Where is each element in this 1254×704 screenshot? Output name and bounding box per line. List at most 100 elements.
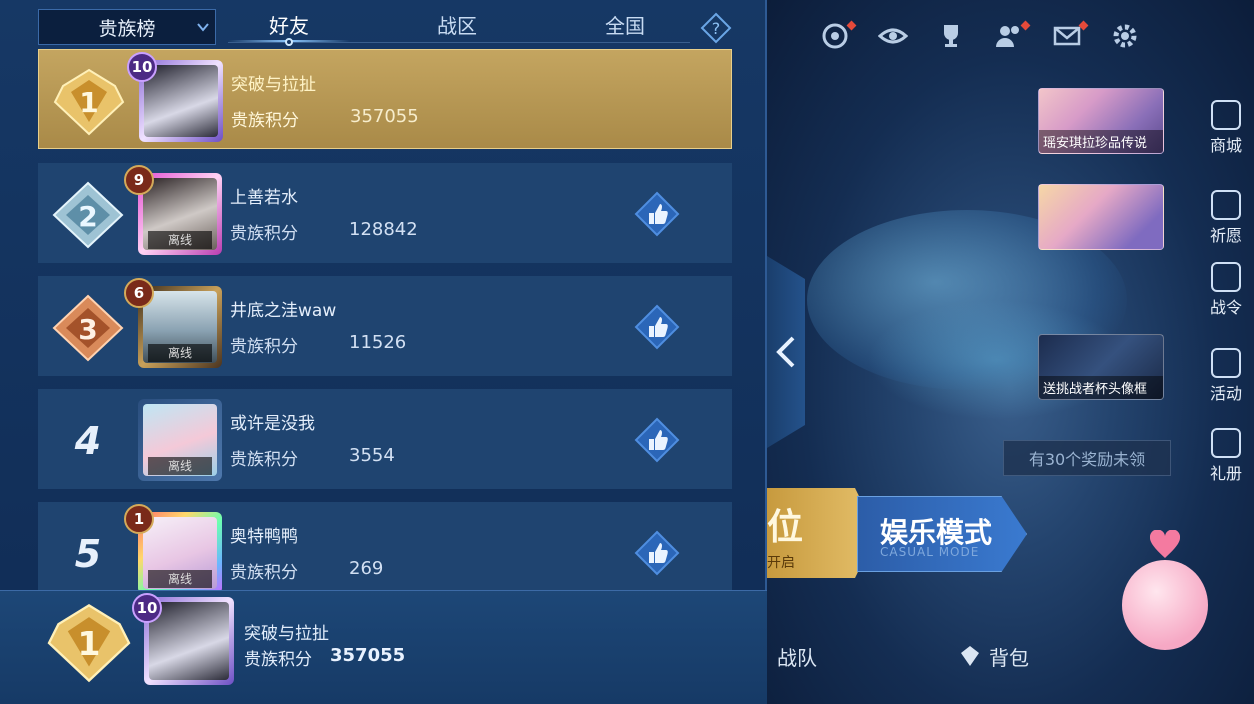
offline-tag: 离线 [148,457,212,475]
event-card-caption: 瑶安琪拉珍品传说 [1039,130,1163,153]
leaderboard-panel: 贵族榜 好友 战区 全国 ? 1 10 突破与拉扯 贵族积分 357055 2 … [0,0,767,704]
wish-icon [1211,190,1241,220]
casual-mode-sub: CASUAL MODE [880,545,980,559]
score-value: 357055 [350,106,419,127]
score-label: 贵族积分 [231,111,299,131]
level-badge: 9 [124,165,154,195]
bottom-nav: 战队 背包 [767,630,1127,682]
score-label: 贵族积分 [230,563,298,583]
shop-icon [1211,100,1241,130]
battle-pass-label: 战令 [1209,298,1242,317]
event-card-angela[interactable]: 瑶安琪拉珍品传说 [1038,88,1164,154]
battle-pass-button[interactable]: 战令 [1204,262,1248,318]
mail-icon[interactable] [1049,18,1089,54]
backpack-button[interactable]: 背包 [957,642,1029,671]
team-label: 战队 [777,645,817,670]
score-label: 贵族积分 [244,650,312,670]
heart-icon [1150,530,1180,560]
top-icon-bar [817,18,1143,54]
rank-number: 2 [78,200,97,233]
offline-tag: 离线 [148,570,212,588]
score-value: 128842 [349,219,418,240]
gold-rank-badge-icon: 1 [47,603,131,683]
leaderboard-row[interactable]: 4 离线 或许是没我 贵族积分 3554 [38,389,732,489]
rank-number: 4 [74,419,102,463]
team-button[interactable]: 战队 [777,642,817,671]
player-name: 或许是没我 [230,414,315,434]
event-card-challenger[interactable]: 送挑战者杯头像框 [1038,334,1164,400]
casual-mode-button[interactable]: 娱乐模式 CASUAL MODE [857,496,1027,572]
eye-icon[interactable] [875,18,911,54]
my-score: 357055 [330,645,406,666]
game-lobby: 瑶安琪拉珍品传说 送挑战者杯头像框 商城 祈愿 战令 活动 礼册 有30个奖励未… [767,0,1254,704]
help-icon[interactable]: ? [700,12,732,44]
wish-label: 祈愿 [1209,226,1242,245]
friends-icon[interactable] [991,18,1031,54]
gear-icon[interactable] [1107,18,1143,54]
tab-region[interactable]: 战区 [396,10,518,44]
svg-text:?: ? [712,19,721,38]
thumbs-up-icon[interactable] [634,304,680,350]
tab-national[interactable]: 全国 [564,10,686,44]
gift-book-label: 礼册 [1209,464,1242,483]
event-card-caption: 送挑战者杯头像框 [1039,376,1163,399]
backpack-icon [961,646,979,666]
chevron-left-icon [776,336,795,368]
avatar[interactable]: 离线 [138,399,222,481]
board-type-dropdown[interactable]: 贵族榜 [38,9,216,45]
gift-book-button[interactable]: 礼册 [1204,428,1248,484]
collapse-panel-button[interactable] [767,256,805,448]
leaderboard-tabs: 贵族榜 好友 战区 全国 ? [0,0,767,48]
silver-rank-badge-icon: 2 [52,181,124,249]
radar-icon[interactable] [817,18,857,54]
gold-rank-badge-icon: 1 [53,68,125,136]
shop-label: 商城 [1209,136,1242,155]
active-tab-dot [285,38,293,46]
player-name: 突破与拉扯 [231,75,316,95]
reward-notice[interactable]: 有30个奖励未领 [1003,440,1171,476]
backpack-label: 背包 [989,645,1029,670]
rank-number: 1 [78,624,101,663]
score-value: 11526 [349,332,407,353]
thumbs-up-icon[interactable] [634,417,680,463]
thumbs-up-icon[interactable] [634,530,680,576]
bronze-rank-badge-icon: 3 [52,294,124,362]
ranked-mode-sub: 开启 [767,555,795,571]
trophy-icon[interactable] [933,18,969,54]
level-badge: 10 [132,593,162,623]
leaderboard-row[interactable]: 1 10 突破与拉扯 贵族积分 357055 [38,49,732,149]
my-name: 突破与拉扯 [244,624,329,644]
event-card-wish[interactable] [1038,184,1164,250]
my-rank-footer: 1 10 突破与拉扯 贵族积分 357055 [0,590,767,704]
activity-button[interactable]: 活动 [1204,348,1248,404]
wish-button[interactable]: 祈愿 [1204,190,1248,246]
score-label: 贵族积分 [230,337,298,357]
level-badge: 10 [127,52,157,82]
offline-tag: 离线 [148,231,212,249]
leaderboard-row[interactable]: 5 离线 1 奥特鸭鸭 贵族积分 269 [38,502,732,594]
leaderboard-row[interactable]: 3 离线 6 井底之洼waw 贵族积分 11526 [38,276,732,376]
shop-button[interactable]: 商城 [1204,100,1248,156]
activity-label: 活动 [1209,384,1242,403]
level-badge: 1 [124,504,154,534]
activity-icon [1211,348,1241,378]
ranked-mode-title: 位 [767,507,804,548]
player-name: 奥特鸭鸭 [230,527,298,547]
thumbs-up-icon[interactable] [634,191,680,237]
score-value: 3554 [349,445,395,466]
rank-number: 1 [79,86,98,119]
leaderboard-row[interactable]: 2 离线 9 上善若水 贵族积分 128842 [38,163,732,263]
mascot-assistant[interactable] [1114,520,1224,690]
mascot-head [1122,560,1208,650]
gift-book-icon [1211,428,1241,458]
battle-pass-icon [1211,262,1241,292]
offline-tag: 离线 [148,344,212,362]
score-label: 贵族积分 [230,224,298,244]
player-name: 上善若水 [230,188,298,208]
board-type-value: 贵族榜 [98,17,156,40]
chevron-down-icon [197,23,209,32]
score-label: 贵族积分 [230,450,298,470]
level-badge: 6 [124,278,154,308]
rank-number: 5 [74,532,102,576]
player-name: 井底之洼waw [230,301,337,321]
